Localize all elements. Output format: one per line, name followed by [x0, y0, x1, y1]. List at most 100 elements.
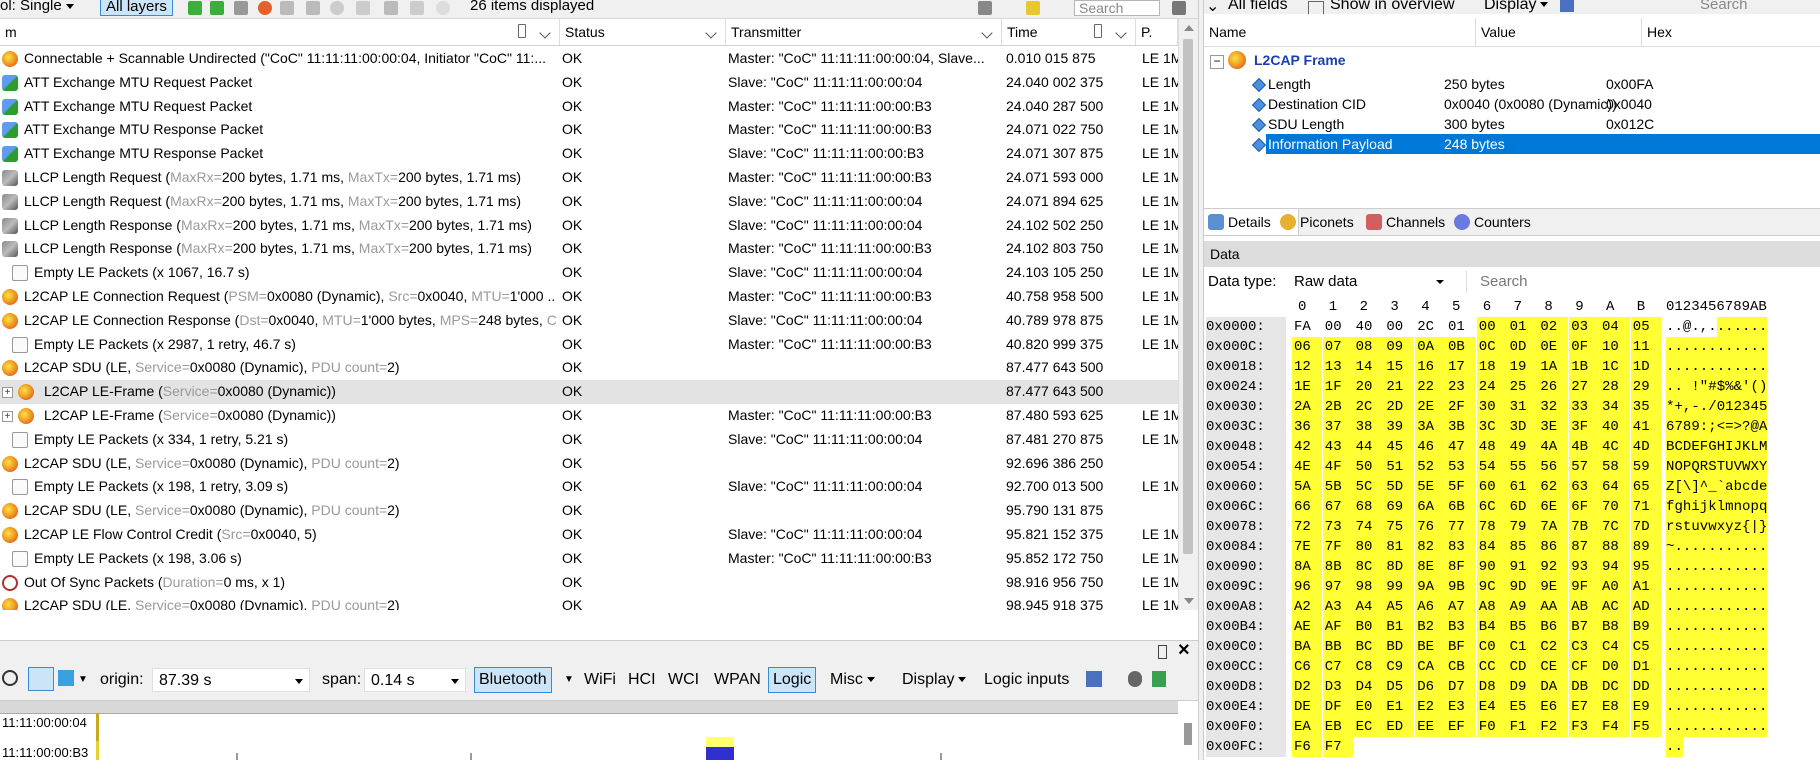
table-row[interactable]: L2CAP LE Connection Response (Dst=0x0040…	[0, 309, 1178, 333]
ascii-row[interactable]: ............	[1666, 697, 1767, 717]
column-field-value[interactable]: Value	[1476, 18, 1642, 46]
detail-field-row[interactable]: Length 250 bytes 0x00FA	[1251, 74, 1820, 94]
table-row[interactable]: Empty LE Packets (x 1067, 16.7 s) OK Slave…	[0, 261, 1178, 285]
hex-byte[interactable]: 09	[1384, 337, 1415, 357]
hex-byte[interactable]: CA	[1415, 657, 1446, 677]
detail-field-row[interactable]: Destination CID 0x0040 (0x0080 (Dynamic))…	[1251, 94, 1820, 114]
hex-byte[interactable]: 2A	[1292, 397, 1322, 417]
column-field-name[interactable]: Name	[1204, 18, 1476, 46]
record-icon[interactable]	[258, 1, 272, 15]
table-row[interactable]: LLCP Length Response (MaxRx=200 bytes, 1…	[0, 237, 1178, 261]
hex-byte[interactable]: E4	[1476, 697, 1507, 717]
hex-byte[interactable]: B9	[1630, 617, 1661, 637]
hex-byte[interactable]: 11	[1630, 337, 1661, 357]
hex-byte[interactable]: D3	[1322, 677, 1353, 697]
hex-byte[interactable]: 19	[1507, 357, 1538, 377]
timeline-scroll-thumb[interactable]	[1184, 723, 1192, 745]
ascii-row[interactable]: ............	[1666, 677, 1767, 697]
hex-byte[interactable]: 37	[1322, 417, 1353, 437]
table-row[interactable]: ATT Exchange MTU Response Packet OK Slave:…	[0, 142, 1178, 166]
overview-icon[interactable]	[1308, 1, 1324, 14]
hex-byte[interactable]: 3B	[1446, 417, 1476, 437]
hex-byte[interactable]: 97	[1322, 577, 1353, 597]
column-name[interactable]: m	[0, 19, 560, 45]
hex-byte[interactable]: 60	[1476, 477, 1507, 497]
hex-byte[interactable]: 4D	[1630, 437, 1661, 457]
ascii-row[interactable]: BCDEFGHIJKLM	[1666, 437, 1767, 457]
hex-byte[interactable]: F1	[1507, 717, 1538, 737]
ascii-row[interactable]: .. !"#$%&'()	[1666, 377, 1767, 397]
hex-byte[interactable]: 12	[1292, 357, 1322, 377]
timeline-ruler[interactable]	[0, 701, 1178, 714]
hex-byte[interactable]: BB	[1322, 637, 1353, 657]
hex-byte[interactable]: D8	[1476, 677, 1507, 697]
hex-byte[interactable]: E9	[1630, 697, 1661, 717]
hex-byte[interactable]: 79	[1507, 517, 1538, 537]
table-row[interactable]: L2CAP SDU (LE, Service=0x0080 (Dynamic),…	[0, 594, 1178, 610]
hex-byte[interactable]: AF	[1322, 617, 1353, 637]
hex-byte[interactable]: 69	[1384, 497, 1415, 517]
hex-byte[interactable]: 5D	[1384, 477, 1415, 497]
hex-byte[interactable]: 87	[1569, 537, 1600, 557]
ascii-row[interactable]: ............	[1666, 597, 1767, 617]
filter-hci-button[interactable]: HCI	[628, 668, 656, 692]
filter-misc-button[interactable]: Misc	[830, 668, 875, 692]
display-menu-button[interactable]: Display	[902, 668, 967, 692]
hex-byte[interactable]: FA	[1292, 317, 1322, 337]
hex-byte[interactable]: A7	[1446, 597, 1476, 617]
hex-byte[interactable]: E7	[1569, 697, 1600, 717]
hex-byte[interactable]: 7E	[1292, 537, 1322, 557]
layout-icon[interactable]	[58, 670, 74, 686]
ascii-row[interactable]: ............	[1666, 557, 1767, 577]
hex-byte[interactable]: 32	[1538, 397, 1569, 417]
hex-byte[interactable]: E0	[1353, 697, 1384, 717]
settings-icon[interactable]	[1128, 671, 1142, 687]
hex-byte[interactable]: B3	[1446, 617, 1476, 637]
hex-byte[interactable]: 42	[1292, 437, 1322, 457]
hex-byte[interactable]: 2C	[1415, 317, 1445, 337]
table-row[interactable]: Out Of Sync Packets (Duration=0 ms, x 1)…	[0, 571, 1178, 595]
pin-icon[interactable]	[518, 24, 526, 38]
close-icon[interactable]: ×	[1178, 639, 1190, 662]
hex-byte[interactable]: 28	[1600, 377, 1630, 397]
ascii-row[interactable]: ............	[1666, 357, 1767, 377]
options-icon[interactable]	[1172, 1, 1186, 15]
back-arrow-icon[interactable]	[188, 1, 202, 15]
hex-byte[interactable]: BA	[1292, 637, 1322, 657]
hex-byte[interactable]: DB	[1569, 677, 1600, 697]
hex-byte[interactable]: 8B	[1322, 557, 1353, 577]
hex-byte[interactable]: 67	[1322, 497, 1353, 517]
table-row[interactable]: Empty LE Packets (x 2987, 1 retry, 46.7 …	[0, 333, 1178, 357]
hex-byte[interactable]: 91	[1507, 557, 1538, 577]
hex-byte[interactable]: 5C	[1353, 477, 1384, 497]
hex-byte[interactable]: 27	[1569, 377, 1600, 397]
hex-byte[interactable]: 4C	[1600, 437, 1630, 457]
hex-byte[interactable]: 2B	[1322, 397, 1353, 417]
hex-byte[interactable]: C3	[1569, 637, 1600, 657]
hex-byte[interactable]: 2F	[1446, 397, 1476, 417]
hex-byte[interactable]: 40	[1600, 417, 1630, 437]
ascii-row[interactable]: ..	[1666, 737, 1683, 757]
hex-byte[interactable]: 45	[1384, 437, 1415, 457]
table-row[interactable]: LLCP Length Request (MaxRx=200 bytes, 1.…	[0, 190, 1178, 214]
ascii-row[interactable]: Z[\]^_`abcde	[1666, 477, 1767, 497]
hex-byte[interactable]: 36	[1292, 417, 1322, 437]
data-search-input[interactable]: Search	[1480, 273, 1528, 290]
hex-byte[interactable]: 7A	[1538, 517, 1569, 537]
hex-byte[interactable]: 14	[1353, 357, 1384, 377]
save-icon[interactable]	[1560, 0, 1574, 12]
hex-byte[interactable]: 68	[1353, 497, 1384, 517]
hex-byte[interactable]: 66	[1292, 497, 1322, 517]
hex-byte[interactable]: D0	[1600, 657, 1630, 677]
chevron-down-icon[interactable]	[705, 27, 717, 39]
hex-byte[interactable]: 29	[1630, 377, 1661, 397]
hex-byte[interactable]: A0	[1600, 577, 1630, 597]
detail-field-row[interactable]: SDU Length 300 bytes 0x012C	[1251, 114, 1820, 134]
hex-byte[interactable]: 2E	[1415, 397, 1446, 417]
filter-icon[interactable]	[356, 1, 370, 15]
hex-byte[interactable]: 4F	[1322, 457, 1353, 477]
hex-byte[interactable]: 83	[1446, 537, 1476, 557]
hex-byte[interactable]: A6	[1415, 597, 1446, 617]
hex-byte[interactable]: 20	[1353, 377, 1384, 397]
hex-byte[interactable]: 21	[1384, 377, 1415, 397]
